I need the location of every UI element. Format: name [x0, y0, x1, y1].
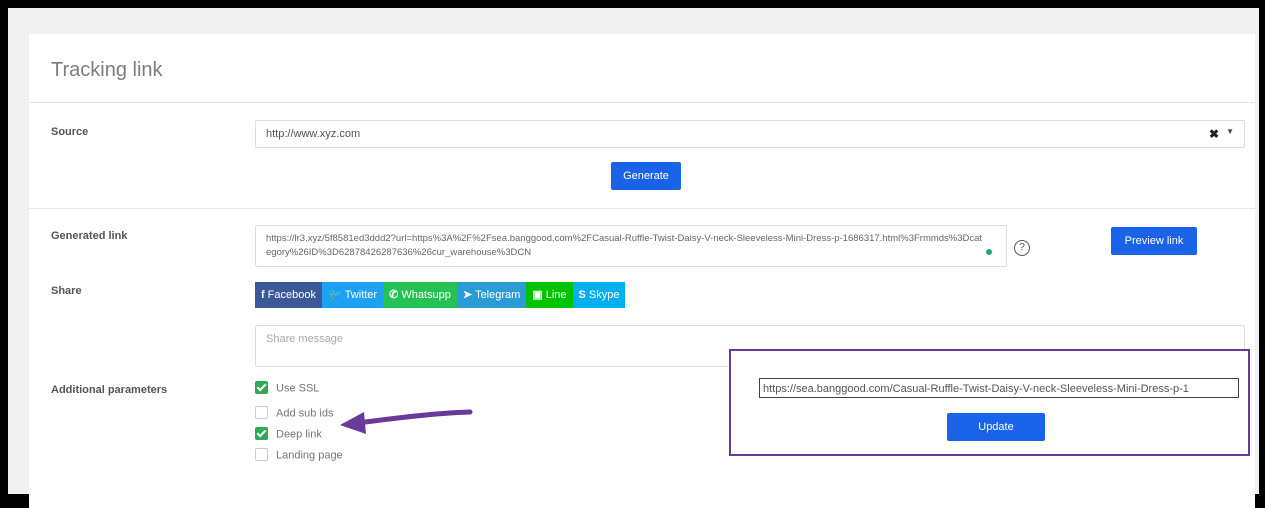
- checkbox-unchecked-icon[interactable]: [255, 448, 268, 461]
- option-use-ssl[interactable]: Use SSL: [255, 381, 320, 398]
- line-icon: ▣: [532, 289, 543, 301]
- facebook-icon: f: [261, 289, 265, 301]
- share-label: Share: [51, 285, 82, 297]
- clear-icon[interactable]: ✖: [1209, 127, 1219, 141]
- share-buttons: f Facebook 🐦 Twitter ✆ Whatsupp ➤ Telegram ▣…: [255, 282, 626, 308]
- generated-link-label: Generated link: [51, 230, 128, 242]
- share-whatsapp-label: Whatsupp: [401, 289, 451, 301]
- share-twitter-button[interactable]: 🐦 Twitter: [321, 282, 384, 308]
- generate-button[interactable]: Generate: [611, 162, 681, 190]
- share-telegram-button[interactable]: ➤ Telegram: [456, 282, 527, 308]
- share-facebook-button[interactable]: f Facebook: [255, 282, 322, 308]
- update-button[interactable]: Update: [947, 413, 1045, 441]
- telegram-icon: ➤: [462, 289, 473, 301]
- generated-link-value: https://lr3.xyz/5f8581ed3ddd2?url=https%…: [266, 233, 983, 258]
- skype-icon: S: [578, 289, 586, 301]
- option-label: Use SSL: [276, 382, 320, 395]
- checkbox-checked-icon[interactable]: [255, 381, 268, 394]
- share-whatsapp-button[interactable]: ✆ Whatsupp: [383, 282, 457, 308]
- share-line-label: Line: [545, 289, 567, 301]
- source-value: http://www.xyz.com: [266, 128, 361, 140]
- share-telegram-label: Telegram: [475, 289, 521, 301]
- deep-link-popup: https://sea.banggood.com/Casual-Ruffle-T…: [729, 349, 1250, 456]
- generated-link-field[interactable]: https://lr3.xyz/5f8581ed3ddd2?url=https%…: [255, 225, 1007, 267]
- page-title: Tracking link: [51, 59, 163, 81]
- checkbox-checked-icon[interactable]: [255, 427, 268, 440]
- deep-link-url-input[interactable]: https://sea.banggood.com/Casual-Ruffle-T…: [759, 378, 1239, 398]
- share-skype-button[interactable]: S Skype: [572, 282, 626, 308]
- preview-link-button[interactable]: Preview link: [1111, 227, 1197, 255]
- arrow-annotation-icon: [340, 409, 473, 434]
- share-line-button[interactable]: ▣ Line: [526, 282, 573, 308]
- share-message-placeholder: Share message: [266, 333, 344, 345]
- source-select[interactable]: http://www.xyz.com ✖ ▼: [255, 120, 1245, 148]
- option-landing-page[interactable]: Landing page: [255, 448, 343, 465]
- option-label: Landing page: [276, 449, 343, 462]
- divider: [29, 208, 1255, 209]
- chevron-down-icon[interactable]: ▼: [1226, 127, 1234, 136]
- help-icon[interactable]: ?: [1014, 240, 1030, 256]
- share-skype-label: Skype: [588, 289, 620, 301]
- status-dot-icon: [986, 249, 992, 255]
- share-facebook-label: Facebook: [267, 289, 316, 301]
- checkbox-unchecked-icon[interactable]: [255, 406, 268, 419]
- twitter-icon: 🐦: [327, 289, 342, 301]
- option-label: Add sub ids: [276, 407, 334, 420]
- share-twitter-label: Twitter: [344, 289, 378, 301]
- whatsapp-icon: ✆: [389, 289, 399, 301]
- additional-parameters-label: Additional parameters: [51, 384, 168, 396]
- option-deep-link[interactable]: Deep link: [255, 427, 322, 444]
- source-label: Source: [51, 126, 89, 138]
- divider: [29, 102, 1255, 103]
- option-add-sub-ids[interactable]: Add sub ids: [255, 406, 334, 423]
- option-label: Deep link: [276, 428, 322, 441]
